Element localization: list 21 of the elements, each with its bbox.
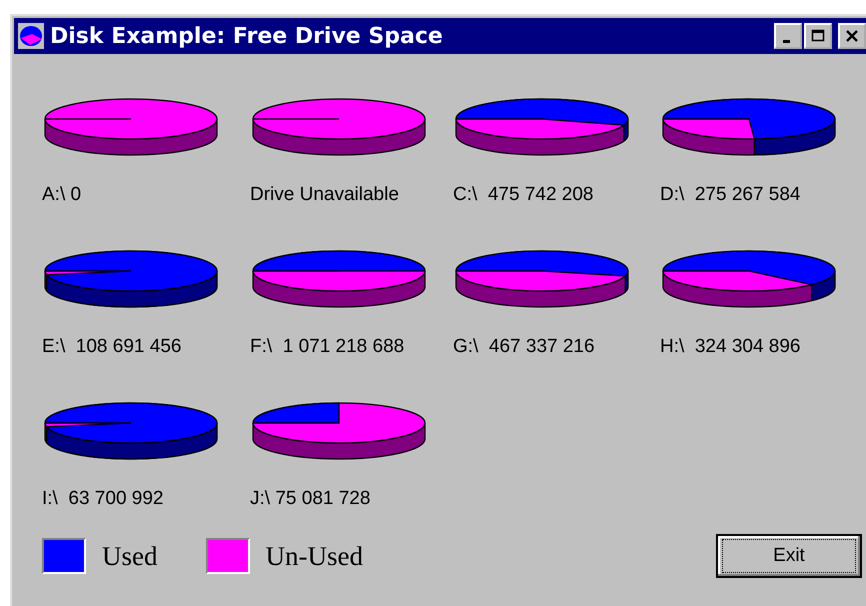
minimize-button[interactable] — [774, 23, 802, 49]
close-button[interactable] — [838, 23, 866, 49]
drive-label: E:\ 108 691 456 — [42, 336, 182, 358]
maximize-button[interactable] — [804, 23, 832, 49]
legend-label: Used — [102, 540, 158, 572]
drive-label: F:\ 1 071 218 688 — [250, 336, 404, 358]
drive-label: C:\ 475 742 208 — [453, 184, 594, 206]
drive-label: I:\ 63 700 992 — [42, 488, 164, 510]
exit-button[interactable]: Exit — [716, 534, 862, 578]
drive-label: Drive Unavailable — [250, 184, 399, 206]
window-title: Disk Example: Free Drive Space — [50, 24, 444, 48]
minimize-icon — [783, 40, 790, 42]
drive-label: J:\ 75 081 728 — [250, 488, 370, 510]
drive-label: G:\ 467 337 216 — [453, 336, 595, 358]
maximize-icon — [811, 29, 825, 43]
disk-icon — [18, 23, 44, 49]
close-icon — [845, 29, 859, 43]
legend-label: Un-Used — [266, 540, 363, 572]
drive-label: A:\ 0 — [42, 184, 82, 206]
drive-label: D:\ 275 267 584 — [660, 184, 800, 206]
drive-label: H:\ 324 304 896 — [660, 336, 800, 358]
